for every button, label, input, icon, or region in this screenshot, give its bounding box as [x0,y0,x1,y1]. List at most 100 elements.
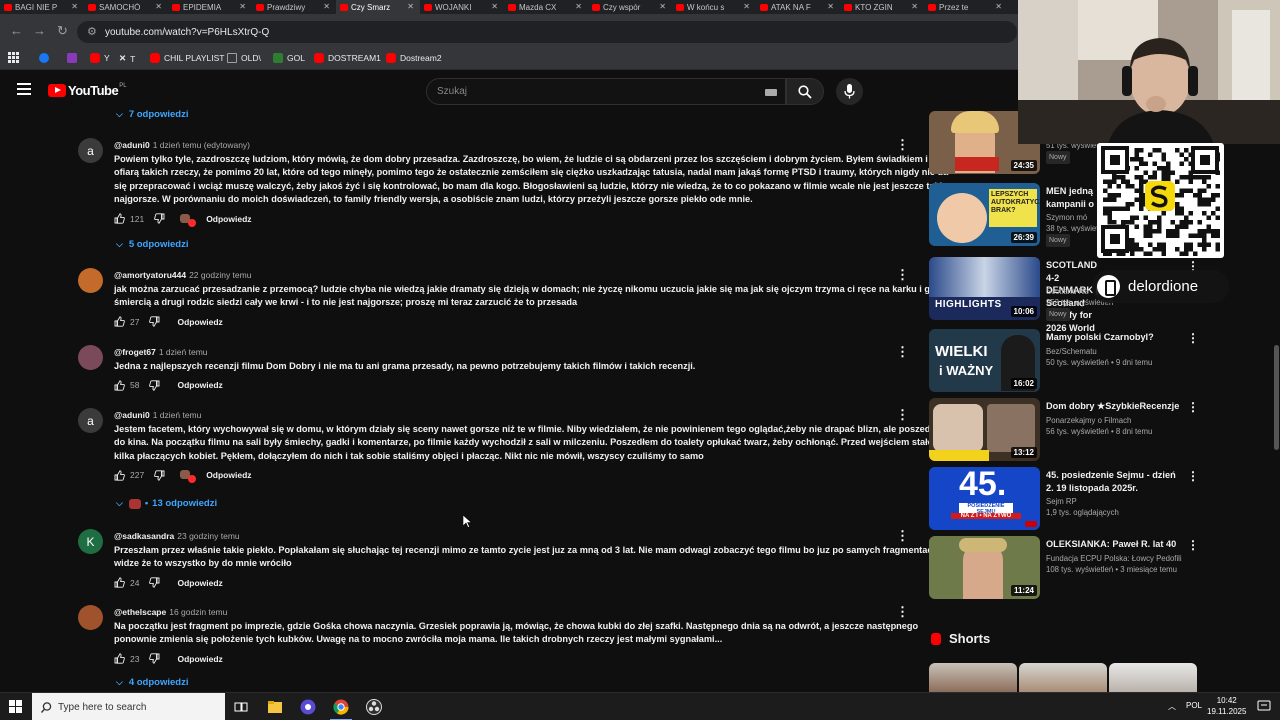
video-title[interactable]: OLEKSIANKA: Paweł R. lat 40 [1046,538,1181,551]
dislike-icon[interactable] [149,316,160,327]
comment-time[interactable]: 1 dzień temu [153,410,202,420]
comment-author[interactable]: @froget67 [114,347,156,357]
comment-menu-icon[interactable]: ⋮ [896,138,909,151]
close-tab-icon[interactable]: ✕ [323,2,330,11]
short-thumbnail[interactable] [929,663,1017,693]
video-thumbnail[interactable]: 45. POSIEDZENIE SEJMU NA Ż I • NA ŻYWO [929,467,1040,530]
reply-button[interactable]: Odpowiedz [177,317,222,327]
bookmark-youtube[interactable]: Y [90,53,110,63]
site-info-icon[interactable]: ⚙ [87,25,97,38]
bookmark-old[interactable]: OLD\ [227,53,261,63]
page-scrollbar[interactable] [1274,345,1279,450]
close-tab-icon[interactable]: ✕ [239,2,246,11]
comment-author[interactable]: @sadkasandra [114,531,174,541]
close-tab-icon[interactable]: ✕ [659,2,666,11]
chrome-icon[interactable] [332,698,350,716]
comment-time[interactable]: 1 dzień temu (edytowany) [153,140,250,150]
video-thumbnail[interactable]: 11:24 [929,536,1040,599]
reply-button[interactable]: Odpowiedz [206,214,251,224]
comment-time[interactable]: 22 godziny temu [189,270,251,280]
reload-icon[interactable]: ↻ [57,23,68,39]
short-thumbnail[interactable] [1109,663,1197,693]
bookmark-x[interactable]: ✕ T [119,53,135,64]
video-thumbnail[interactable]: LEPSZYCH AUTOKRATYCZNY BRAK? 26:39 [929,183,1040,246]
input-language[interactable]: POL [1186,701,1202,710]
menu-icon[interactable] [17,83,31,95]
close-tab-icon[interactable]: ✕ [407,2,414,11]
avatar[interactable]: a [78,408,103,433]
comment-menu-icon[interactable]: ⋮ [896,408,909,421]
close-tab-icon[interactable]: ✕ [575,2,582,11]
like-icon[interactable] [114,653,125,664]
show-replies-button[interactable]: ⌵ • 13 odpowiedzi [116,498,217,509]
taskbar-search[interactable]: Type here to search [32,693,225,720]
browser-tab[interactable]: KTO ZGIN ✕ [840,0,924,14]
browser-app-icon[interactable] [299,698,317,716]
comment-author[interactable]: @aduni0 [114,410,150,420]
related-video[interactable]: 13:12 Dom dobry ★SzybkieRecenzje Ponarzeka… [929,398,1199,462]
video-menu-icon[interactable]: ⋮ [1187,400,1199,414]
short-thumbnail[interactable] [1019,663,1107,693]
dislike-icon[interactable] [149,653,160,664]
obs-icon[interactable] [365,698,383,716]
file-explorer-icon[interactable] [266,698,284,716]
browser-tab[interactable]: WOJANKI ✕ [420,0,504,14]
avatar[interactable] [78,605,103,630]
video-thumbnail[interactable]: WIELKI i WAŻNY 16:02 [929,329,1040,392]
comment-time[interactable]: 16 godzin temu [169,607,227,617]
video-title[interactable]: Mamy polski Czarnobyl? [1046,331,1181,344]
reply-button[interactable]: Odpowiedz [177,654,222,664]
bookmark-chil-playlist[interactable]: CHIL PLAYLIST [150,53,224,63]
show-replies-button[interactable]: ⌵ 4 odpowiedzi [116,677,188,688]
forward-icon[interactable]: → [33,23,46,38]
bookmark-twitch[interactable] [67,53,81,63]
video-menu-icon[interactable]: ⋮ [1187,331,1199,345]
task-view-icon[interactable] [232,698,250,716]
dislike-icon[interactable] [154,213,165,224]
tray-chevron-icon[interactable]: ︿ [1168,701,1176,712]
browser-tab[interactable]: EPIDEMIA ✕ [168,0,252,14]
close-tab-icon[interactable]: ✕ [995,2,1002,11]
bookmark-gol[interactable]: GOL [273,53,305,63]
video-title[interactable]: Dom dobry ★SzybkieRecenzje [1046,400,1181,413]
close-tab-icon[interactable]: ✕ [71,2,78,11]
video-menu-icon[interactable]: ⋮ [1187,538,1199,552]
like-icon[interactable] [114,577,125,588]
address-bar[interactable]: ⚙ youtube.com/watch?v=P6HLsXtrQ-Q [77,21,1017,43]
comment-author[interactable]: @amortyatoru444 [114,270,186,280]
browser-tab[interactable]: Prawdziwy ✕ [252,0,336,14]
search-button[interactable] [786,78,824,105]
browser-tab[interactable]: SAMOCHÓ ✕ [84,0,168,14]
close-tab-icon[interactable]: ✕ [911,2,918,11]
close-tab-icon[interactable]: ✕ [155,2,162,11]
show-replies-button[interactable]: ⌵ 7 odpowiedzi [116,109,188,120]
taskbar-clock[interactable]: 10:42 19.11.2025 [1207,695,1246,717]
comment-time[interactable]: 1 dzień temu [159,347,208,357]
reply-button[interactable]: Odpowiedz [177,380,222,390]
dislike-icon[interactable] [149,380,160,391]
like-icon[interactable] [114,316,125,327]
like-icon[interactable] [114,380,125,391]
bookmark-dostream2[interactable]: Dostream2 [386,53,442,63]
browser-tab[interactable]: W końcu s ✕ [672,0,756,14]
close-tab-icon[interactable]: ✕ [827,2,834,11]
video-menu-icon[interactable]: ⋮ [1187,469,1199,483]
dislike-icon[interactable] [154,470,165,481]
show-replies-button[interactable]: ⌵ 5 odpowiedzi [116,239,188,250]
related-video[interactable]: 45. POSIEDZENIE SEJMU NA Ż I • NA ŻYWO 45. … [929,467,1199,531]
avatar[interactable] [78,268,103,293]
comment-time[interactable]: 23 godziny temu [177,531,239,541]
browser-tab[interactable]: ATAK NA F ✕ [756,0,840,14]
bookmark-dostream1[interactable]: DOSTREAM1 [314,53,381,63]
comment-menu-icon[interactable]: ⋮ [896,268,909,281]
bookmark-facebook[interactable] [39,53,53,63]
related-video[interactable]: 11:24 OLEKSIANKA: Paweł R. lat 40 Fundacja… [929,536,1199,600]
browser-tab[interactable]: Czy wspór ✕ [588,0,672,14]
apps-grid-icon[interactable] [8,52,19,63]
browser-tab[interactable]: Przez te ✕ [924,0,1008,14]
comment-author[interactable]: @aduni0 [114,140,150,150]
video-thumbnail[interactable]: 13:12 [929,398,1040,461]
back-icon[interactable]: ← [10,23,23,38]
comment-menu-icon[interactable]: ⋮ [896,345,909,358]
related-video[interactable]: WIELKI i WAŻNY 16:02 Mamy polski Czarnobyl?… [929,329,1199,393]
